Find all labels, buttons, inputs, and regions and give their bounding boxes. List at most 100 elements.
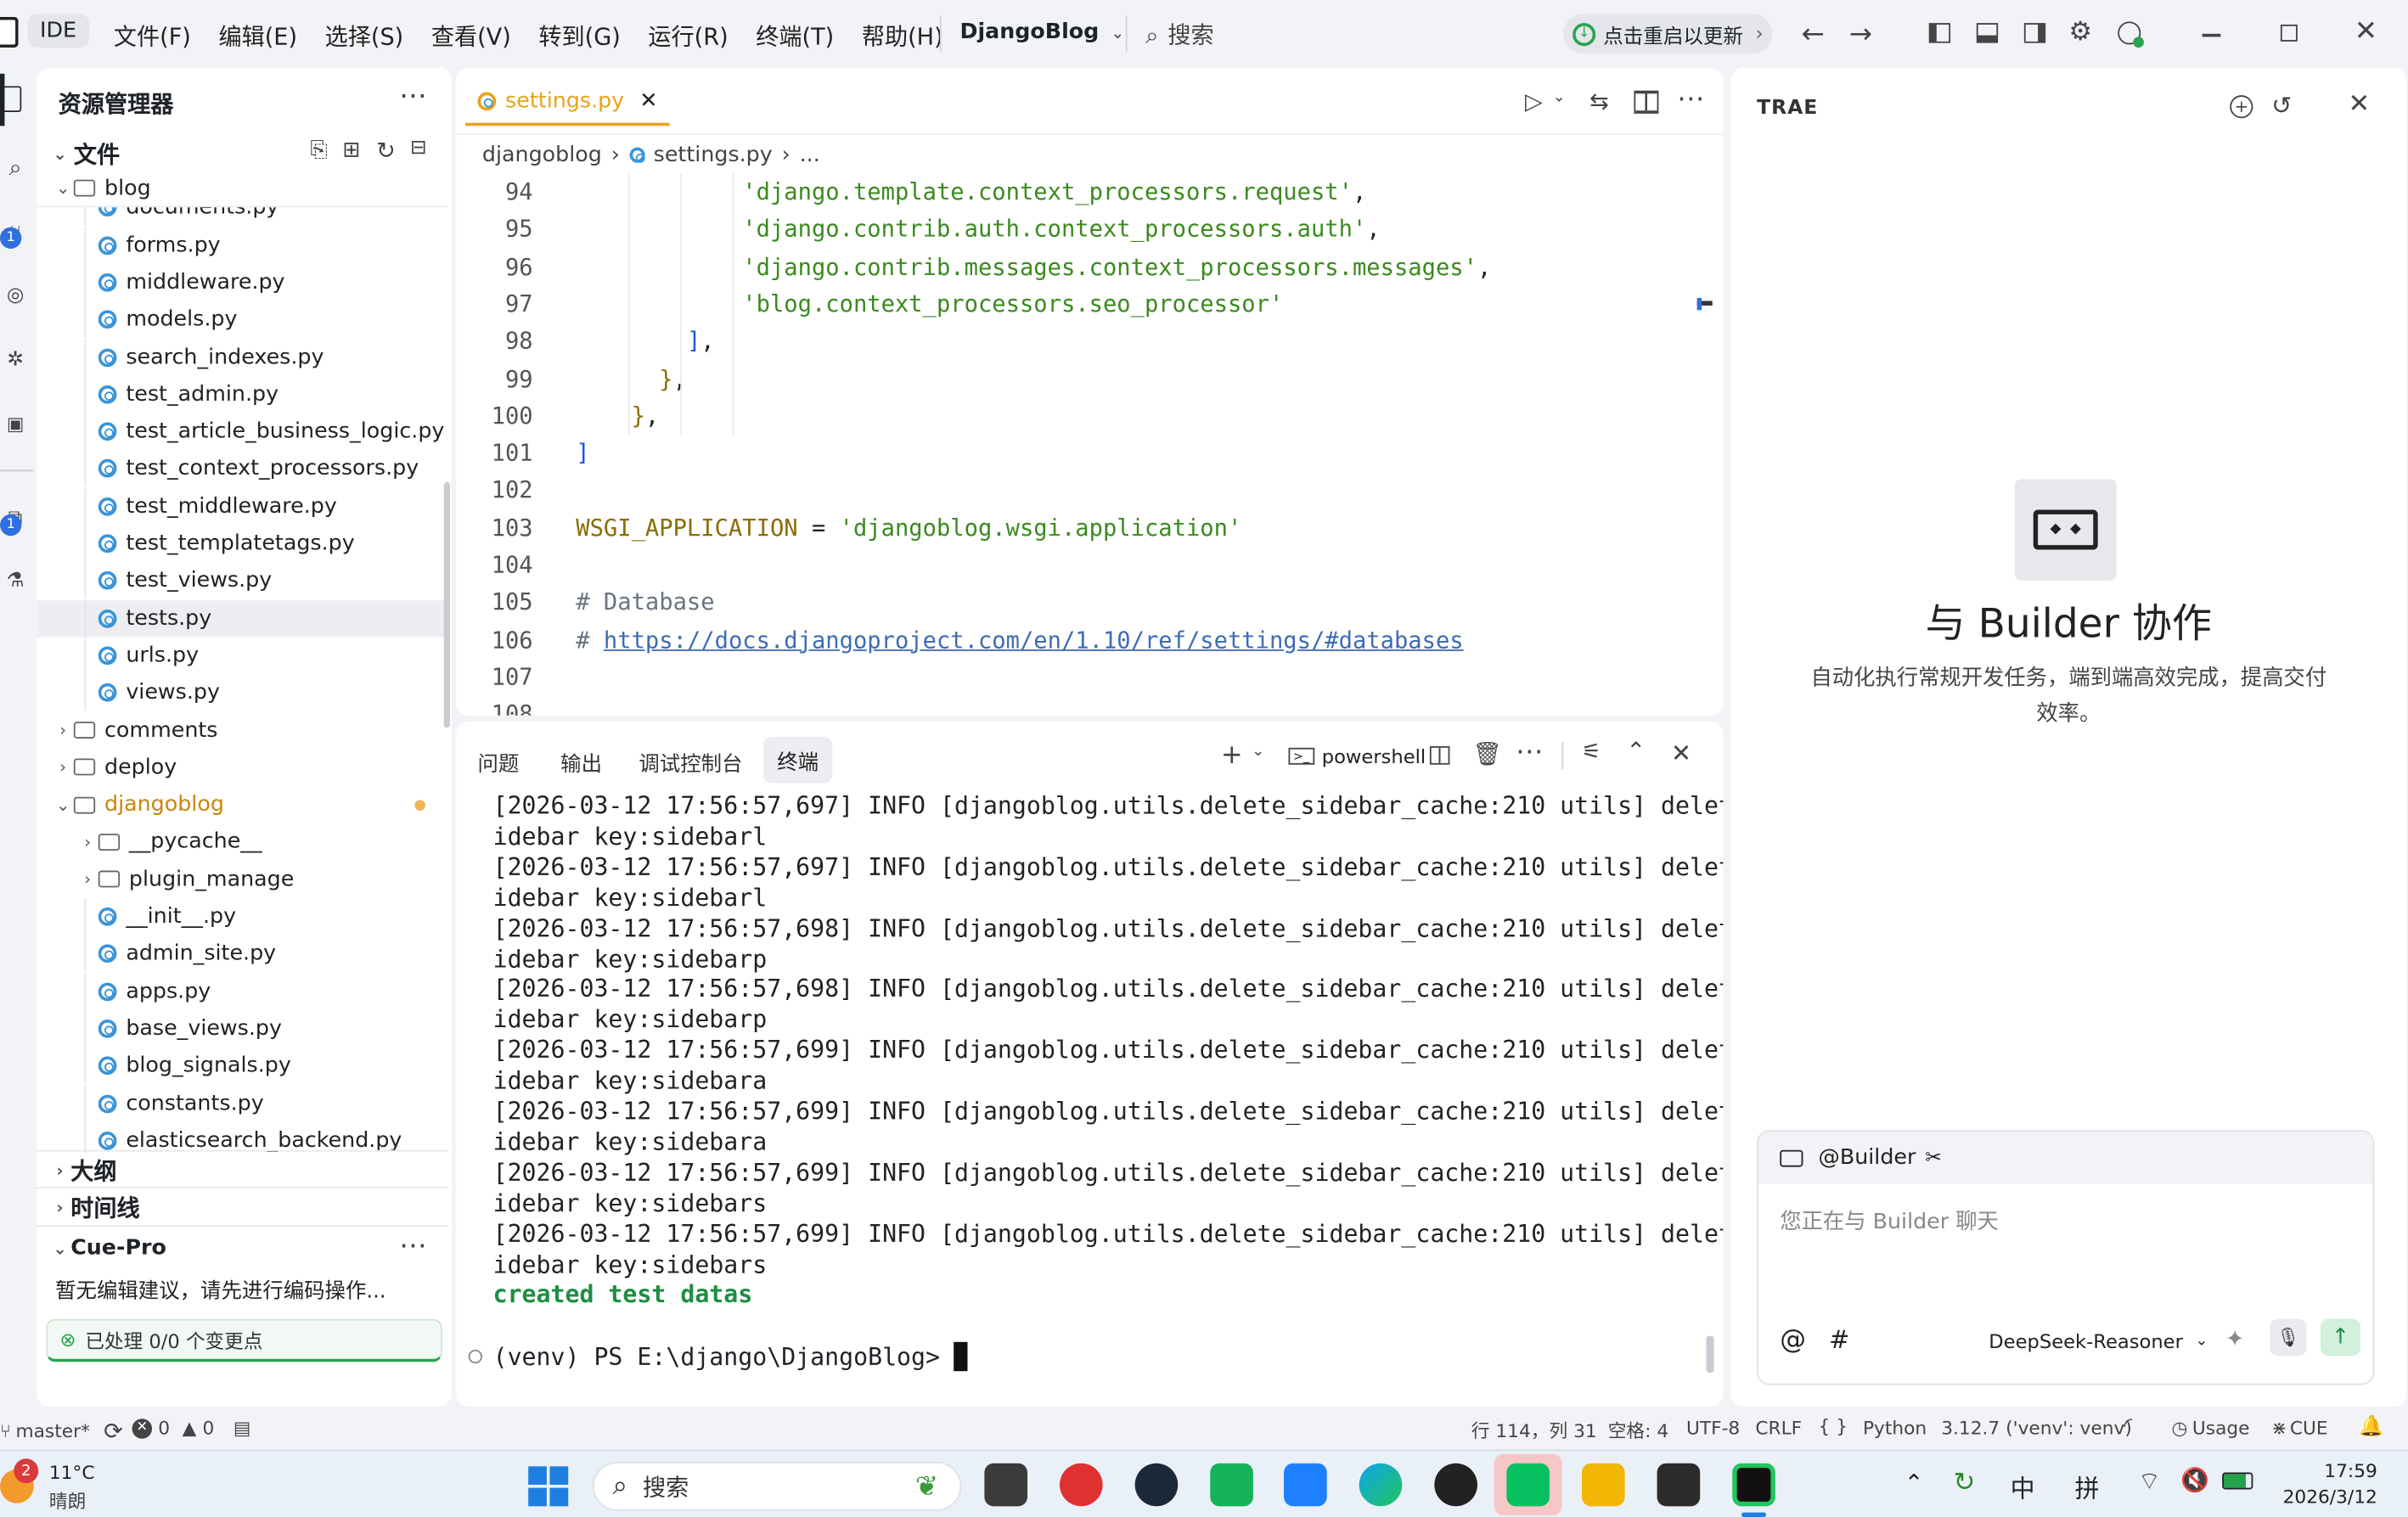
terminal-app-icon[interactable] (1657, 1463, 1701, 1507)
tab-terminal[interactable]: 终端 (762, 737, 833, 784)
steam-icon[interactable] (1134, 1463, 1179, 1507)
green-app-icon[interactable] (1210, 1463, 1253, 1507)
new-chat-icon[interactable]: + (2230, 95, 2253, 119)
microphone-button[interactable]: 🎙 (2270, 1318, 2307, 1357)
search-icon[interactable]: ⌕ (0, 152, 31, 183)
file-item[interactable]: forms.py (37, 226, 448, 264)
folder-item[interactable]: › plugin_manage (37, 861, 448, 897)
file-item[interactable]: search_indexes.py (37, 338, 448, 376)
tab-debug-console[interactable]: 调试控制台 (639, 746, 742, 777)
menu-select[interactable]: 选择(S) (325, 20, 404, 53)
cursor-position[interactable]: 行 114，列 31 (1471, 1417, 1597, 1443)
forward-arrow-icon[interactable]: → (1849, 19, 1872, 51)
run-icon[interactable]: ▷ (1525, 87, 1543, 115)
menu-terminal[interactable]: 终端(T) (756, 20, 834, 53)
close-icon[interactable]: ✕ (2355, 15, 2377, 48)
clock-time[interactable]: 17:59 (2316, 1460, 2377, 1481)
terminal-shell-selector[interactable]: >_ powershell (1288, 744, 1426, 767)
windows-start-icon[interactable] (528, 1466, 569, 1507)
folder-item[interactable]: › deploy (37, 749, 448, 785)
edge-icon[interactable] (1359, 1463, 1403, 1507)
task-view-icon[interactable] (984, 1463, 1028, 1507)
trae-app-icon[interactable] (1732, 1463, 1775, 1507)
mention-icon[interactable]: @ (1780, 1325, 1806, 1356)
chevron-down-icon[interactable]: ⌄ (1553, 89, 1566, 106)
breadcrumb-file[interactable]: settings.py (654, 143, 773, 167)
cue-indicator[interactable]: ⋇ CUE (2271, 1417, 2328, 1438)
code-area[interactable]: 94 'django.template.context_processors.r… (456, 173, 1700, 716)
tab-output[interactable]: 输出 (560, 746, 602, 777)
account-icon[interactable] (2118, 21, 2144, 48)
terminal-prompt-line[interactable]: (venv) PS E:\django\DjangoBlog> (468, 1341, 969, 1372)
split-editor-icon[interactable] (1634, 90, 1659, 114)
taskbar-search[interactable]: ⌕ 搜索 ❦ (593, 1461, 962, 1511)
file-item[interactable]: models.py (37, 301, 448, 339)
problems-indicator[interactable]: ✕ 0 ▲ 0 (132, 1417, 214, 1439)
file-explorer-icon[interactable] (1581, 1463, 1625, 1507)
terminal-output[interactable]: [2026-03-12 17:56:57,697] INFO [djangobl… (456, 790, 1724, 1328)
qq-icon[interactable] (1434, 1463, 1477, 1507)
close-tab-icon[interactable]: ✕ (639, 89, 657, 114)
collapse-all-icon[interactable]: ⊟ (410, 137, 427, 160)
encoding[interactable]: UTF-8 (1686, 1417, 1740, 1438)
cue-pro-header[interactable]: ⌄ Cue-Pro (49, 1230, 166, 1267)
ide-mode-label[interactable]: IDE (27, 14, 89, 48)
usage-indicator[interactable]: ◷ Usage (2172, 1417, 2250, 1438)
file-item[interactable]: middleware.py (37, 263, 448, 301)
close-panel-icon[interactable]: ✕ (1671, 739, 1691, 767)
bell-icon[interactable]: 🔔 (2359, 1416, 2383, 1439)
maximize-panel-icon[interactable]: ⌃ (1626, 737, 1646, 765)
wifi-icon[interactable]: ⌔ (2138, 1466, 2161, 1497)
file-item[interactable]: constants.py (37, 1084, 448, 1122)
file-item[interactable]: tests.py (37, 599, 449, 637)
feishu-icon[interactable] (1284, 1463, 1327, 1507)
split-terminal-icon[interactable] (1429, 746, 1450, 765)
language-mode[interactable]: Python (1863, 1417, 1927, 1438)
chevron-down-icon[interactable]: ⌄ (1252, 743, 1264, 760)
clock-date[interactable]: 2026/3/12 (2279, 1486, 2377, 1508)
menu-file[interactable]: 文件(F) (114, 20, 191, 53)
file-item[interactable]: __init__.py (37, 898, 448, 935)
trash-icon[interactable]: 🗑 (1473, 740, 1502, 768)
battery-icon[interactable] (2222, 1472, 2253, 1490)
more-actions-icon[interactable]: ⋯ (1516, 735, 1544, 767)
indentation[interactable]: 空格: 4 (1608, 1417, 1668, 1443)
menu-view[interactable]: 查看(V) (431, 20, 511, 53)
branch-indicator[interactable]: ⑂ master* ⟳ (0, 1417, 123, 1445)
history-icon[interactable]: ↺ (2271, 91, 2292, 120)
breadcrumb-symbol[interactable]: ... (800, 143, 820, 167)
file-item[interactable]: apps.py (37, 972, 448, 1010)
menu-help[interactable]: 帮助(H) (862, 20, 943, 53)
close-icon[interactable]: ✕ (2349, 89, 2371, 120)
toggle-secondary-sidebar-icon[interactable] (2023, 23, 2046, 43)
more-actions-icon[interactable]: ⋯ (399, 80, 427, 112)
file-item[interactable]: test_admin.py (37, 375, 448, 413)
maximize-icon[interactable] (2280, 24, 2298, 42)
file-item[interactable]: views.py (37, 674, 448, 711)
file-item[interactable]: urls.py (37, 637, 448, 674)
hashtag-icon[interactable]: # (1829, 1325, 1849, 1354)
toggle-sidebar-icon[interactable] (1928, 23, 1951, 43)
file-item[interactable]: test_middleware.py (37, 487, 448, 525)
remote-icon[interactable]: ▣ (0, 408, 31, 439)
refresh-icon[interactable]: ↻ (376, 137, 396, 165)
menu-edit[interactable]: 编辑(E) (218, 20, 297, 53)
project-switcher[interactable]: DjangoBlog ⌄ (959, 20, 1124, 45)
settings-sliders-icon[interactable]: ⚟ (1582, 740, 1601, 765)
volume-muted-icon[interactable]: 🔇 (2180, 1466, 2209, 1494)
menu-run[interactable]: 运行(R) (648, 20, 728, 53)
breadcrumb-folder[interactable]: djangoblog (482, 143, 602, 167)
chat-input[interactable]: 您正在与 Builder 聊天 (1780, 1205, 1999, 1236)
new-file-icon[interactable]: ⎘ (310, 138, 327, 163)
file-item[interactable]: test_templatetags.py (37, 525, 448, 562)
folder-item[interactable]: › comments (37, 711, 448, 748)
cue-more-icon[interactable]: ⋯ (399, 1230, 427, 1262)
tab-problems[interactable]: 问题 (478, 746, 520, 777)
bug-icon[interactable]: ✲ (0, 344, 31, 374)
file-item[interactable]: blog_signals.py (37, 1047, 448, 1085)
file-item[interactable]: test_article_business_logic.py (37, 413, 448, 451)
sync-icon[interactable]: ⟳ (104, 1417, 123, 1445)
sync-tray-icon[interactable]: ↻ (1954, 1468, 1976, 1498)
file-item[interactable]: base_views.py (37, 1009, 448, 1048)
file-item[interactable]: test_views.py (37, 562, 448, 599)
